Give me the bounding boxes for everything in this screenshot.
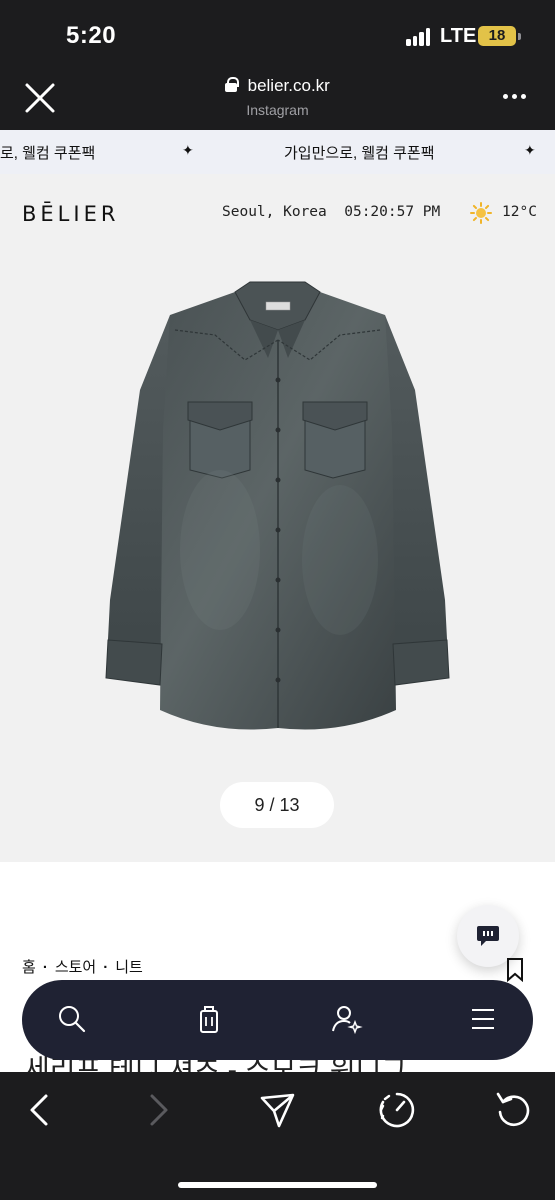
breadcrumb-category[interactable]: 니트: [115, 959, 143, 976]
promo-text: 가입만으로, 웰컴 쿠폰팩: [284, 145, 435, 162]
battery-tip: [518, 33, 521, 40]
breadcrumb-home[interactable]: 홈: [22, 959, 36, 976]
temperature: 12°C: [502, 204, 537, 220]
web-page: 로, 웰컴 쿠폰팩 ✦ 가입만으로, 웰컴 쿠폰팩 ✦ BĒLIER Seoul…: [0, 130, 555, 1072]
chat-icon: [477, 926, 499, 946]
status-time: 5:20: [66, 22, 117, 49]
bag-icon[interactable]: [192, 1002, 226, 1036]
promo-banner[interactable]: 로, 웰컴 쿠폰팩 ✦ 가입만으로, 웰컴 쿠폰팩 ✦: [0, 130, 555, 174]
browser-toolbar: [0, 1072, 555, 1200]
breadcrumb: 홈 · 스토어 · 니트: [22, 956, 143, 977]
product-image[interactable]: [100, 280, 455, 750]
url-display[interactable]: belier.co.kr Instagram: [0, 76, 555, 118]
account-icon[interactable]: [329, 1002, 363, 1036]
url-source: Instagram: [246, 102, 309, 118]
breadcrumb-store[interactable]: 스토어: [55, 959, 96, 976]
clock-text: 05:20:57 PM: [344, 204, 441, 220]
menu-icon[interactable]: [466, 1002, 500, 1036]
bookmark-icon[interactable]: [506, 958, 524, 982]
battery-level: 18: [488, 27, 506, 44]
image-pager: 9 / 13: [220, 782, 334, 828]
promo-text: 로, 웰컴 쿠폰팩: [0, 145, 96, 162]
forward-icon[interactable]: [138, 1090, 178, 1130]
speed-icon[interactable]: [377, 1090, 417, 1130]
status-bar: 5:20 LTE 18: [0, 0, 555, 66]
lock-icon: [225, 77, 240, 92]
network-label: LTE: [440, 25, 477, 47]
site-header: BĒLIER Seoul, Korea 05:20:57 PM 12°C: [0, 174, 555, 250]
site-bottom-nav: [22, 980, 533, 1060]
url-domain: belier.co.kr: [247, 76, 330, 95]
sun-icon: [470, 202, 492, 224]
more-icon[interactable]: [503, 94, 527, 100]
sparkle-icon: ✦: [182, 142, 194, 158]
signal-icon: [406, 28, 430, 46]
brand-logo[interactable]: BĒLIER: [22, 202, 119, 226]
reload-icon[interactable]: [494, 1090, 534, 1130]
location-clock: Seoul, Korea 05:20:57 PM: [222, 204, 440, 220]
back-icon[interactable]: [20, 1090, 60, 1130]
browser-header: belier.co.kr Instagram: [0, 66, 555, 130]
location-text: Seoul, Korea: [222, 204, 327, 220]
search-icon[interactable]: [55, 1002, 89, 1036]
sparkle-icon: ✦: [524, 142, 536, 158]
battery-icon: 18: [478, 26, 516, 46]
share-icon[interactable]: [257, 1090, 297, 1130]
breadcrumb-separator: ·: [103, 959, 109, 976]
home-indicator[interactable]: [178, 1182, 377, 1188]
breadcrumb-separator: ·: [42, 959, 48, 976]
